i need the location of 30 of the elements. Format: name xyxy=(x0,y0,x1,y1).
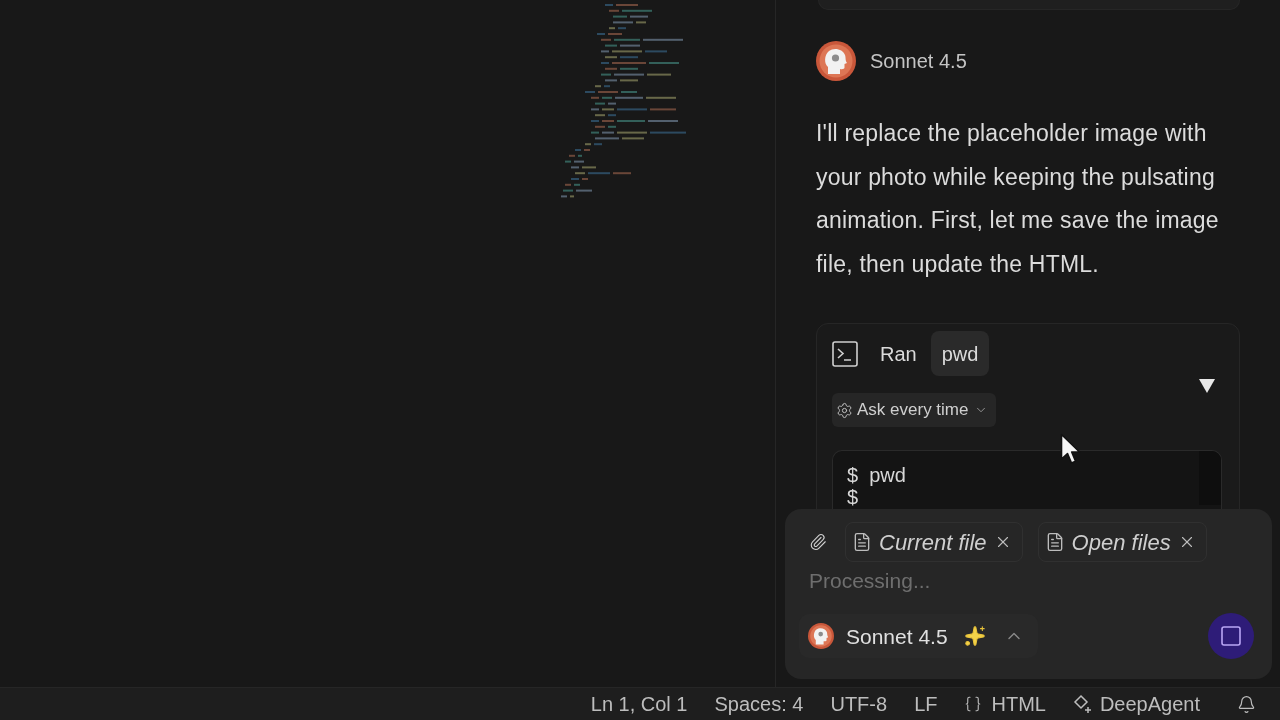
scrollbar[interactable] xyxy=(1199,451,1221,505)
sparkles-icon xyxy=(963,625,986,648)
document-icon xyxy=(852,531,872,553)
status-item[interactable]: Ln 1, Col 1 xyxy=(590,689,688,719)
avatar-icon xyxy=(816,41,856,81)
stop-button[interactable] xyxy=(1208,613,1254,660)
terminal-icon xyxy=(832,340,858,367)
stop-icon xyxy=(1219,624,1243,649)
braces-icon xyxy=(964,695,983,713)
agent-status[interactable]: DeepAgent xyxy=(1072,689,1200,719)
message-text: I'll replace the placeholder image with your photo while keeping the pulsating animation. First, let me save the image file, then update the HTML. xyxy=(816,119,1220,279)
inline-code: pwd xyxy=(930,331,990,376)
caret-icon[interactable] xyxy=(1199,379,1215,393)
diamond-sparkle-icon xyxy=(1072,694,1093,714)
tool-action: Ran xyxy=(880,341,917,367)
model-avatar-icon xyxy=(808,623,834,650)
context-label: Current file xyxy=(879,528,987,557)
terminal-command: pwd xyxy=(869,464,906,486)
terminal-prompt: $ xyxy=(847,464,859,486)
message-input[interactable]: Processing... xyxy=(809,567,1248,595)
author-name: Sonnet 4.5 xyxy=(870,49,967,74)
context-label: Open files xyxy=(1071,528,1171,557)
notifications-icon[interactable] xyxy=(1237,693,1256,715)
status-item[interactable]: LF xyxy=(914,689,938,719)
language-mode[interactable]: HTML xyxy=(964,689,1046,719)
status-item[interactable]: Spaces: 4 xyxy=(714,689,804,719)
terminal-prompt: $ xyxy=(847,486,859,508)
settings-icon xyxy=(836,401,853,419)
status-item[interactable]: UTF-8 xyxy=(830,689,888,719)
permission-dropdown[interactable]: Ask every time xyxy=(832,393,997,427)
